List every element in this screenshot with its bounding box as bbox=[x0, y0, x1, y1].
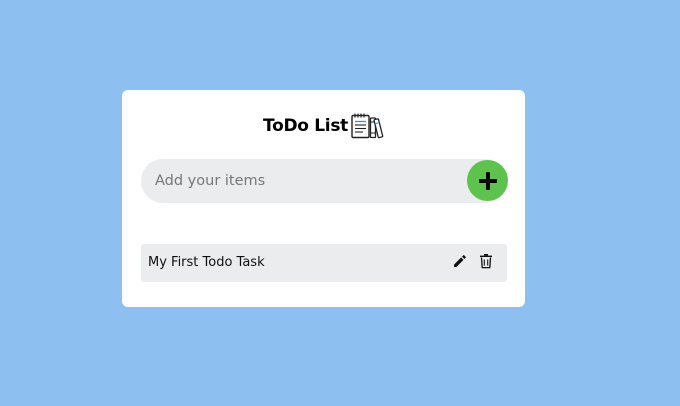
trash-icon[interactable] bbox=[479, 253, 493, 269]
pencil-icon[interactable] bbox=[452, 253, 468, 269]
app-title: ToDo List bbox=[263, 116, 348, 136]
add-item-button[interactable] bbox=[467, 160, 508, 201]
todo-item-text: My First Todo Task bbox=[148, 255, 265, 270]
header: ToDo List bbox=[122, 112, 525, 140]
notepad-icon bbox=[350, 112, 384, 140]
plus-icon bbox=[478, 171, 497, 190]
add-item-field bbox=[141, 159, 507, 203]
todo-card: ToDo List Add your items My First Todo T… bbox=[122, 90, 525, 307]
todo-list-item: My First Todo Task bbox=[141, 244, 507, 282]
add-item-input[interactable] bbox=[141, 159, 461, 203]
